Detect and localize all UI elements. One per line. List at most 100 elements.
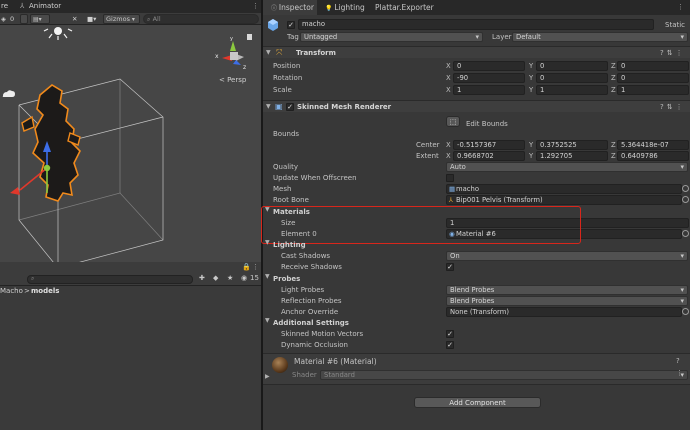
- material-fold-icon[interactable]: ▶: [265, 371, 270, 383]
- probes-label[interactable]: Probes: [273, 274, 300, 284]
- shader-dropdown[interactable]: Standard: [320, 370, 688, 380]
- cast-shadows-dropdown[interactable]: On: [446, 251, 688, 261]
- renderer-enabled-checkbox[interactable]: ✓: [286, 103, 294, 111]
- tab-plattar-label: Plattar.Exporter: [375, 3, 434, 12]
- layer-dropdown[interactable]: Default: [512, 32, 688, 42]
- rotation-z-field[interactable]: 0: [617, 73, 689, 83]
- axis-x-label: X: [446, 74, 451, 82]
- light-probes-dropdown[interactable]: Blend Probes: [446, 285, 688, 295]
- breadcrumb-item-macho[interactable]: Macho: [0, 287, 23, 295]
- bounds-label: Bounds: [273, 130, 300, 138]
- breadcrumb-item-models[interactable]: models: [31, 287, 59, 295]
- add-component-button[interactable]: Add Component: [414, 397, 541, 408]
- tab-lighting[interactable]: 💡 Lighting: [317, 0, 367, 15]
- dynamic-occlusion-checkbox[interactable]: ✓: [446, 341, 454, 349]
- layer-label: Layer: [492, 33, 512, 41]
- label-icon[interactable]: ◆: [213, 274, 218, 282]
- move-gizmo[interactable]: [10, 141, 51, 195]
- orientation-gizmo[interactable]: x z y: [215, 34, 252, 71]
- center-x-field[interactable]: -0.5157367: [453, 140, 525, 150]
- object-picker-icon[interactable]: [682, 308, 689, 315]
- extent-x-field[interactable]: 0.9668702: [453, 151, 525, 161]
- transform-header[interactable]: ▼ ⤧ Transform ?⇅⋮: [263, 46, 690, 58]
- axis-y-label: Y: [529, 62, 534, 70]
- scene-search-input[interactable]: ⌕ All: [143, 14, 259, 24]
- additional-settings-label[interactable]: Additional Settings: [273, 318, 349, 328]
- mesh-icon: ▦: [449, 185, 456, 193]
- position-x-field[interactable]: 0: [453, 61, 525, 71]
- scale-z-field[interactable]: 1: [617, 85, 689, 95]
- position-y-field[interactable]: 0: [536, 61, 608, 71]
- effects-icon[interactable]: ✕: [72, 14, 77, 24]
- svg-text:x: x: [215, 53, 219, 60]
- probes-fold-icon[interactable]: ▼: [265, 271, 270, 283]
- reflection-probes-dropdown[interactable]: Blend Probes: [446, 296, 688, 306]
- lighting-label[interactable]: Lighting: [273, 240, 306, 250]
- rotation-label: Rotation: [273, 74, 303, 82]
- axis-z-label: Z: [611, 62, 616, 70]
- info-icon: ⓘ: [271, 5, 279, 12]
- panel-menu-icon[interactable]: ⋮: [252, 263, 259, 271]
- svg-text:y: y: [230, 36, 233, 42]
- tab-plattar-exporter[interactable]: Plattar.Exporter: [367, 0, 439, 15]
- mesh-value: macho: [456, 185, 479, 193]
- mesh-field[interactable]: ▦ macho: [446, 184, 682, 194]
- anchor-override-field[interactable]: None (Transform): [446, 307, 682, 317]
- cloud-icon: [2, 90, 16, 97]
- receive-shadows-checkbox[interactable]: ✓: [446, 263, 454, 271]
- object-picker-icon[interactable]: [682, 230, 689, 237]
- search-icon: ⌕: [31, 275, 35, 282]
- favorite-icon[interactable]: ★: [227, 274, 233, 282]
- scene-viewport[interactable]: x z y: [0, 25, 261, 262]
- light-icon: [43, 27, 73, 40]
- root-bone-field[interactable]: ⅄ Bip001 Pelvis (Transform): [446, 195, 682, 205]
- component-header-icons[interactable]: ?⇅⋮: [660, 47, 686, 59]
- persp-label[interactable]: < Persp: [219, 76, 246, 84]
- shading-dropdown[interactable]: ▤▾: [30, 14, 50, 24]
- static-label[interactable]: Static: [665, 20, 685, 30]
- layers-icon[interactable]: ◈: [1, 14, 6, 24]
- center-y-field[interactable]: 0.3752525: [536, 140, 608, 150]
- object-picker-icon[interactable]: [682, 185, 689, 192]
- object-name-field[interactable]: macho: [298, 19, 654, 30]
- object-picker-icon[interactable]: [682, 196, 689, 203]
- edit-bounds-button[interactable]: ⬚: [446, 116, 460, 127]
- camera-icon[interactable]: ■▾: [87, 14, 96, 24]
- lighting-fold-icon[interactable]: ▼: [265, 237, 270, 249]
- hidden-icon[interactable]: ◉: [241, 274, 247, 282]
- active-checkbox[interactable]: ✓: [287, 21, 295, 29]
- character-model[interactable]: [21, 84, 81, 202]
- component-header-icons[interactable]: ?⇅⋮: [660, 101, 686, 113]
- create-icon[interactable]: ✚: [199, 274, 205, 282]
- gizmos-dropdown[interactable]: Gizmos ▾: [103, 14, 140, 24]
- scale-x-field[interactable]: 1: [453, 85, 525, 95]
- extent-y-field[interactable]: 1.292705: [536, 151, 608, 161]
- tab-menu-icon[interactable]: ⋮: [252, 2, 259, 10]
- skinned-mesh-renderer-header[interactable]: ▼ ▣ ✓ Skinned Mesh Renderer ?⇅⋮: [263, 100, 690, 112]
- rotation-x-field[interactable]: -90: [453, 73, 525, 83]
- position-z-field[interactable]: 0: [617, 61, 689, 71]
- render-mode-dropdown[interactable]: [20, 14, 28, 24]
- material-header-icons[interactable]: ?⋮: [676, 355, 690, 379]
- fold-arrow-icon[interactable]: ▼: [266, 101, 271, 113]
- quality-dropdown[interactable]: Auto: [446, 162, 688, 172]
- material-preview-sphere: [272, 357, 288, 373]
- rotation-y-field[interactable]: 0: [536, 73, 608, 83]
- extent-z-field[interactable]: 0.6409786: [617, 151, 689, 161]
- tab-inspector-label: Inspector: [278, 3, 314, 12]
- lock-icon[interactable]: 🔒: [242, 263, 251, 271]
- center-z-field[interactable]: 5.364418e-07: [617, 140, 689, 150]
- inspector-menu-icon[interactable]: ⋮: [677, 3, 684, 11]
- tag-dropdown[interactable]: Untagged: [300, 32, 483, 42]
- fold-arrow-icon[interactable]: ▼: [266, 47, 271, 59]
- scale-y-field[interactable]: 1: [536, 85, 608, 95]
- axis-z-label: Z: [611, 86, 616, 94]
- project-search-input[interactable]: ⌕: [27, 275, 193, 284]
- tab-inspector[interactable]: ⓘ Inspector: [263, 0, 317, 15]
- additional-fold-icon[interactable]: ▼: [265, 315, 270, 327]
- skinned-motion-checkbox[interactable]: ✓: [446, 330, 454, 338]
- scale-label: Scale: [273, 86, 292, 94]
- tab-scene[interactable]: re: [1, 2, 8, 10]
- update-offscreen-checkbox[interactable]: [446, 174, 454, 182]
- tab-animator[interactable]: Animator: [29, 2, 61, 10]
